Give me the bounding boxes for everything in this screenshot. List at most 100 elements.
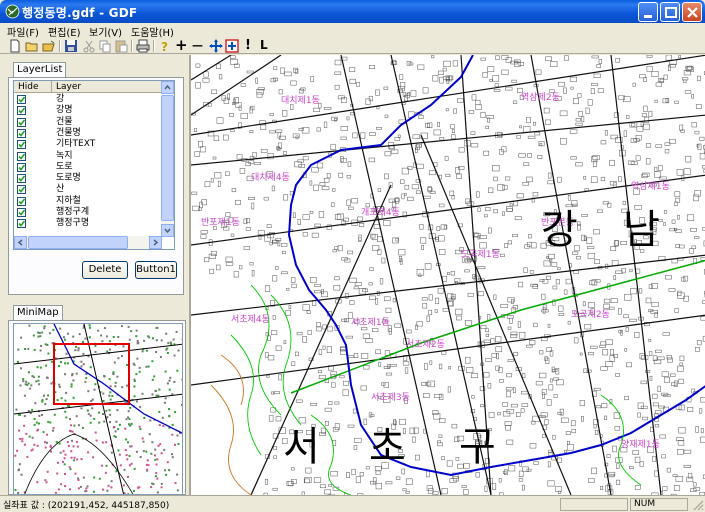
layer-row[interactable]: 행정구명 [14, 218, 162, 229]
layer-hide-checkbox[interactable] [17, 219, 26, 229]
map-building [273, 66, 278, 71]
map-building [482, 72, 488, 78]
measure-icon[interactable]: L [260, 39, 274, 53]
open-folder-icon[interactable] [25, 39, 39, 53]
map-building [502, 470, 507, 474]
info-icon[interactable]: ! [245, 39, 259, 53]
open-file-icon[interactable] [42, 39, 56, 53]
zoom-in-icon[interactable]: + [175, 38, 189, 53]
save-icon[interactable] [64, 39, 78, 53]
layer-row[interactable]: 건물 [14, 117, 162, 128]
map-building [522, 372, 526, 378]
map-building [518, 332, 526, 339]
layer-list-vscroll[interactable] [161, 81, 174, 237]
help-icon[interactable]: ? [158, 39, 172, 53]
paste-icon[interactable] [114, 39, 128, 53]
minimap-canvas[interactable] [14, 324, 183, 495]
menu-file[interactable]: 파일(F) [7, 24, 39, 39]
svg-text:?: ? [161, 40, 168, 53]
layer-hide-checkbox[interactable] [17, 117, 26, 127]
map-building [548, 384, 554, 391]
close-button[interactable] [682, 2, 702, 22]
resize-grip-icon[interactable] [692, 499, 704, 511]
minimap[interactable] [13, 323, 183, 495]
layer-hide-checkbox[interactable] [17, 106, 26, 116]
map-building [334, 59, 342, 66]
new-file-icon[interactable] [8, 39, 22, 53]
left-panel: LayerList Hide Layer 강 강명 건물 건물명 기타TEXT 녹지 도로 도… [0, 55, 189, 495]
map-building [272, 275, 278, 282]
print-icon[interactable] [136, 39, 150, 53]
map-building [470, 131, 476, 135]
layer-list-hscroll[interactable] [14, 236, 162, 249]
layer-row[interactable]: 건물명 [14, 128, 162, 139]
map-building [353, 286, 359, 290]
district-label: 서초제2동 [406, 339, 445, 350]
map-building [376, 106, 380, 110]
layer-hide-checkbox[interactable] [17, 128, 26, 138]
layer-hide-checkbox[interactable] [17, 162, 26, 172]
layer-row[interactable]: 강명 [14, 105, 162, 116]
map-building [402, 361, 410, 366]
layer-row[interactable]: 산 [14, 184, 162, 195]
map-building [307, 329, 312, 335]
layer-hide-checkbox[interactable] [17, 208, 26, 217]
map-view[interactable]: 역삼제1동 역삼제2동 도곡제1동 도곡제2동 개포제4동 서초제1동 서초제2동 서초제3동… [189, 55, 705, 495]
map-building [429, 360, 433, 365]
maximize-button[interactable] [660, 2, 680, 22]
layer-hide-checkbox[interactable] [17, 151, 26, 161]
map-building [609, 349, 614, 356]
map-building [239, 265, 243, 270]
column-header-layer[interactable]: Layer [52, 81, 162, 93]
layer-row[interactable]: 도로 [14, 162, 162, 173]
tab-minimap[interactable]: MiniMap [13, 305, 63, 321]
button1[interactable]: Button1 [135, 261, 177, 279]
layer-hide-checkbox[interactable] [17, 95, 26, 104]
scroll-left-button[interactable] [14, 236, 27, 249]
scroll-right-button[interactable] [149, 236, 162, 249]
map-building [694, 190, 701, 197]
map-building [661, 454, 666, 459]
menu-edit[interactable]: 편집(E) [48, 24, 81, 39]
map-building [424, 363, 428, 370]
map-building [594, 259, 600, 264]
layer-row[interactable]: 기타TEXT [14, 139, 162, 150]
map-building [521, 403, 529, 407]
layer-row[interactable]: 녹지 [14, 151, 162, 162]
map-building [219, 74, 223, 80]
scroll-down-button[interactable] [161, 224, 174, 237]
column-header-hide[interactable]: Hide [14, 81, 52, 93]
scroll-thumb[interactable] [161, 95, 174, 221]
delete-button[interactable]: Delete [82, 261, 128, 279]
map-building [449, 190, 454, 197]
menu-help[interactable]: 도움말(H) [131, 24, 174, 39]
cut-icon[interactable] [82, 39, 96, 53]
map-canvas[interactable]: 역삼제1동 역삼제2동도곡제1동도곡제2동 개포제4동서초제1동서초제2동서초제3동… [191, 55, 705, 495]
menu-view[interactable]: 보기(V) [89, 24, 122, 39]
layer-row[interactable]: 강 [14, 94, 162, 105]
pan-icon[interactable] [209, 39, 223, 53]
layer-hide-checkbox[interactable] [17, 140, 26, 150]
layer-hide-checkbox[interactable] [17, 174, 26, 184]
map-building [260, 149, 268, 153]
minimize-button[interactable] [638, 2, 658, 22]
tab-layerlist[interactable]: LayerList [13, 62, 67, 78]
full-extent-icon[interactable] [225, 39, 239, 53]
map-building [348, 206, 354, 210]
layer-row[interactable]: 지하철 [14, 196, 162, 207]
zoom-out-icon[interactable]: — [192, 39, 206, 53]
map-big-labels: 강 남 서 초 구 [283, 207, 660, 470]
copy-icon[interactable] [98, 39, 112, 53]
scroll-up-button[interactable] [161, 81, 174, 94]
layer-row[interactable]: 도로명 [14, 173, 162, 184]
layer-hide-checkbox[interactable] [17, 185, 26, 195]
map-building [429, 190, 436, 194]
map-building [615, 58, 620, 63]
layer-hide-checkbox[interactable] [17, 196, 26, 206]
layer-row[interactable]: 행정구계 [14, 207, 162, 218]
map-building [264, 235, 271, 242]
map-building [450, 124, 455, 129]
hscroll-thumb[interactable] [28, 236, 128, 249]
map-building [677, 449, 684, 455]
map-building [199, 146, 206, 153]
